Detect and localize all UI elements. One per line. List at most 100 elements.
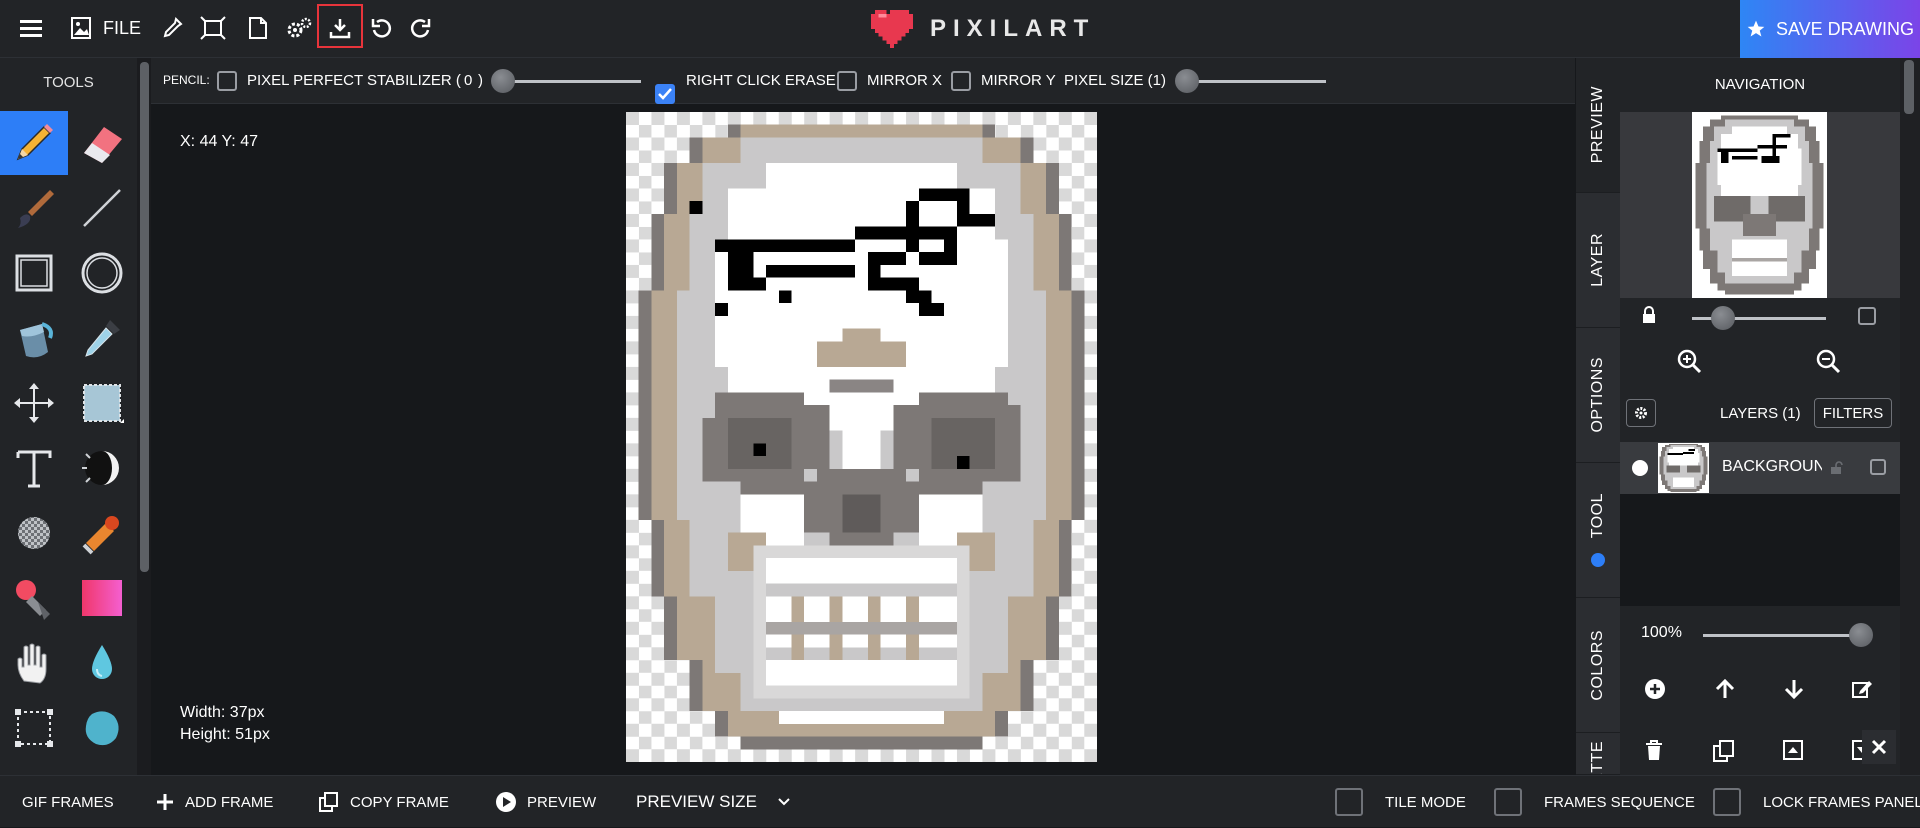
filters-button[interactable]: FILTERS xyxy=(1814,398,1892,428)
tile-mode-checkbox[interactable] xyxy=(1335,788,1363,816)
line-icon xyxy=(83,189,121,227)
download-export-icon[interactable] xyxy=(325,13,355,43)
pixel-size-slider-knob[interactable] xyxy=(1175,69,1199,93)
stabilizer-slider-knob[interactable] xyxy=(491,69,515,93)
layer-select-checkbox[interactable] xyxy=(1870,459,1886,475)
move-layer-up-icon[interactable] xyxy=(1714,678,1736,700)
mirror-x-checkbox[interactable] xyxy=(837,71,857,91)
logo-text: PIXILART xyxy=(930,15,1096,42)
preview-size-dropdown[interactable]: PREVIEW SIZE xyxy=(636,776,791,828)
move-layer-down-icon[interactable] xyxy=(1783,678,1805,700)
preview-size-label: PREVIEW SIZE xyxy=(636,792,757,811)
tab-layer[interactable]: LAYER xyxy=(1576,193,1620,328)
shading-tool[interactable] xyxy=(68,436,136,500)
text-tool[interactable] xyxy=(0,436,68,500)
eraser-tool[interactable] xyxy=(68,111,136,175)
hamburger-menu-icon[interactable] xyxy=(16,13,46,43)
layer-settings-button[interactable] xyxy=(1626,399,1656,427)
duplicate-layer-icon[interactable] xyxy=(1712,739,1736,763)
tile-mode-label: TILE MODE xyxy=(1385,793,1466,811)
lock-frames-panel-checkbox[interactable] xyxy=(1713,788,1741,816)
preview-button[interactable]: PREVIEW xyxy=(495,776,596,828)
right-panel-scrollbar[interactable] xyxy=(1900,58,1920,775)
eyedropper-icon[interactable] xyxy=(157,13,187,43)
brush-tool[interactable] xyxy=(0,176,68,240)
marquee-tool[interactable] xyxy=(0,696,68,760)
merge-layer-up-icon[interactable] xyxy=(1782,739,1804,761)
marquee-select-icon xyxy=(15,709,53,747)
save-drawing-button[interactable]: SAVE DRAWING xyxy=(1740,0,1920,58)
dither-tool[interactable] xyxy=(0,501,68,565)
gradient-tool[interactable] xyxy=(68,566,136,630)
close-icon xyxy=(1871,739,1887,755)
color-picker-icon xyxy=(85,320,120,357)
rectangle-tool[interactable] xyxy=(0,241,68,305)
right-click-erase-checkbox[interactable] xyxy=(655,83,675,104)
add-layer-icon[interactable] xyxy=(1644,678,1666,700)
text-t-icon xyxy=(16,450,52,488)
gif-frames-button[interactable]: GIF FRAMES xyxy=(22,776,114,828)
close-panel-button[interactable] xyxy=(1862,730,1896,764)
tab-options-label: OPTIONS xyxy=(1589,357,1606,433)
pixel-canvas[interactable] xyxy=(626,112,1097,762)
tab-preview[interactable]: PREVIEW xyxy=(1576,58,1620,193)
blur-tool[interactable] xyxy=(68,631,136,695)
layer-opacity-slider[interactable] xyxy=(1703,634,1861,637)
move-tool[interactable] xyxy=(0,371,68,435)
select-area-tool[interactable] xyxy=(68,371,136,435)
delete-layer-icon[interactable] xyxy=(1644,739,1664,761)
zoom-in-icon[interactable] xyxy=(1676,348,1702,374)
settings-gears-icon[interactable] xyxy=(284,13,314,43)
image-file-icon[interactable] xyxy=(66,13,96,43)
tab-colors-label: COLORS xyxy=(1589,629,1606,701)
spray-tool[interactable] xyxy=(0,566,68,630)
lock-frames-panel-toggle[interactable]: LOCK FRAMES PANEL xyxy=(1713,776,1920,828)
resize-canvas-icon[interactable] xyxy=(198,13,228,43)
stamp-tool[interactable] xyxy=(68,501,136,565)
navigation-zoom-knob[interactable] xyxy=(1711,306,1735,330)
layer-name: BACKGROUND xyxy=(1722,458,1822,475)
copy-frame-label: COPY FRAME xyxy=(350,793,449,811)
navigation-toggle-checkbox[interactable] xyxy=(1858,307,1876,325)
hand-tool[interactable] xyxy=(0,631,68,695)
copy-frame-button[interactable]: COPY FRAME xyxy=(318,776,449,828)
navigation-thumbnail[interactable] xyxy=(1692,112,1827,298)
lock-icon[interactable] xyxy=(1641,306,1657,324)
tab-options[interactable]: OPTIONS xyxy=(1576,328,1620,463)
frames-sequence-toggle[interactable]: FRAMES SEQUENCE xyxy=(1494,776,1695,828)
new-file-icon[interactable] xyxy=(243,13,273,43)
redo-icon[interactable] xyxy=(406,13,436,43)
tile-mode-toggle[interactable]: TILE MODE xyxy=(1335,776,1466,828)
layer-opacity-knob[interactable] xyxy=(1849,623,1873,647)
zoom-out-icon[interactable] xyxy=(1815,348,1841,374)
dither-checker-icon xyxy=(18,517,50,549)
pixilart-logo[interactable]: PIXILART xyxy=(870,10,1096,48)
undo-icon[interactable] xyxy=(366,13,396,43)
tab-palette[interactable]: PALETTE xyxy=(1576,733,1620,775)
gradient-icon xyxy=(82,580,122,616)
tab-tool[interactable]: TOOL xyxy=(1576,463,1620,598)
rectangle-icon xyxy=(15,254,53,292)
layer-visibility-icon[interactable] xyxy=(1632,460,1648,476)
line-tool[interactable] xyxy=(68,176,136,240)
heart-logo-icon xyxy=(871,10,913,48)
file-menu-button[interactable]: FILE xyxy=(103,18,141,39)
right-panel-scrollbar-thumb[interactable] xyxy=(1904,60,1914,114)
ellipse-tool[interactable] xyxy=(68,241,136,305)
hand-pan-icon xyxy=(17,643,47,684)
bucket-fill-tool[interactable] xyxy=(0,306,68,370)
lock-frames-panel-label: LOCK FRAMES PANEL xyxy=(1763,793,1920,811)
layer-unlock-icon[interactable] xyxy=(1830,461,1844,475)
mirror-y-checkbox[interactable] xyxy=(951,71,971,91)
tab-colors[interactable]: COLORS xyxy=(1576,598,1620,733)
pixel-perfect-checkbox[interactable] xyxy=(217,71,237,91)
frames-sequence-checkbox[interactable] xyxy=(1494,788,1522,816)
lasso-tool[interactable] xyxy=(68,696,136,760)
pencil-tool[interactable] xyxy=(0,111,68,175)
pixel-size-slider[interactable] xyxy=(1186,80,1326,83)
add-frame-button[interactable]: ADD FRAME xyxy=(155,776,273,828)
eyedropper-tool[interactable] xyxy=(68,306,136,370)
tools-scrollbar-thumb[interactable] xyxy=(140,62,149,572)
stabilizer-slider[interactable] xyxy=(501,80,641,83)
edit-layer-icon[interactable] xyxy=(1851,678,1873,700)
